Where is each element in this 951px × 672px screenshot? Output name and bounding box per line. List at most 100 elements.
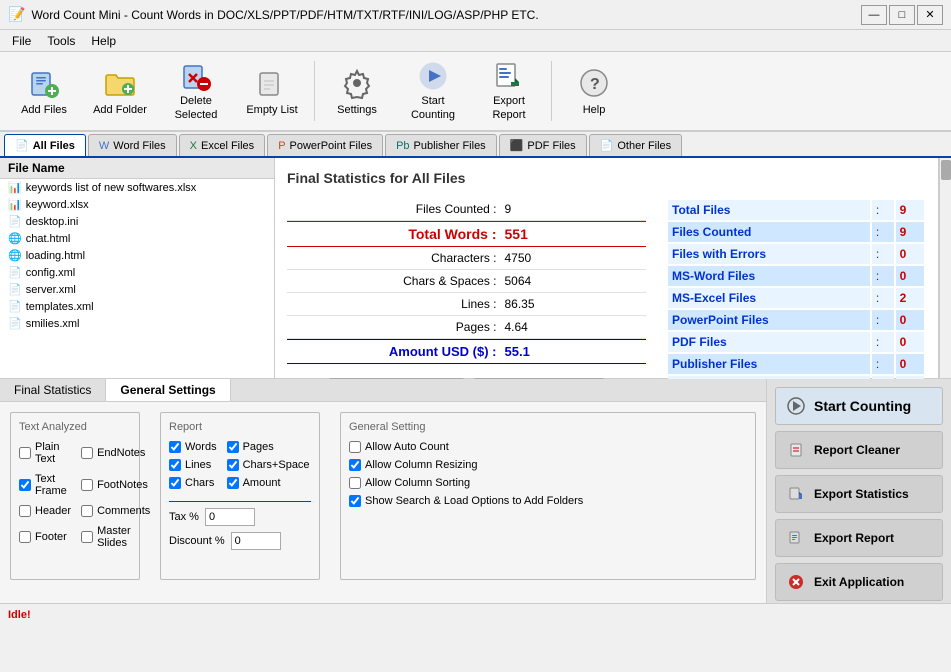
delete-selected-label: Delete Selected — [165, 95, 227, 121]
tab-powerpoint-files[interactable]: P PowerPoint Files — [267, 134, 383, 156]
menu-tools[interactable]: Tools — [39, 32, 83, 50]
tab-all-files[interactable]: 📄 All Files — [4, 134, 86, 156]
start-counting-button[interactable]: Start Counting — [397, 56, 469, 126]
chars-checkbox[interactable] — [169, 477, 181, 489]
comments-check[interactable]: Comments — [81, 505, 150, 517]
start-counting-side-label: Start Counting — [814, 398, 911, 414]
amount-checkbox[interactable] — [227, 477, 239, 489]
export-statistics-side-label: Export Statistics — [814, 487, 909, 501]
footer-checkbox[interactable] — [19, 531, 31, 543]
endnotes-checkbox[interactable] — [81, 447, 93, 459]
header-checkbox[interactable] — [19, 505, 31, 517]
tab-other-files[interactable]: 📄 Other Files — [589, 134, 683, 156]
excel-icon: 📊 — [8, 198, 22, 211]
list-item[interactable]: 📄 server.xml — [0, 281, 274, 298]
menu-file[interactable]: File — [4, 32, 39, 50]
words-checkbox[interactable] — [169, 441, 181, 453]
list-item[interactable]: 🌐 chat.html — [0, 230, 274, 247]
stats-value: 5064 — [497, 274, 577, 288]
discount-input[interactable] — [231, 532, 281, 550]
list-item[interactable]: 📄 desktop.ini — [0, 213, 274, 230]
chars-space-label: Chars+Space — [243, 459, 310, 471]
stats-colon: : — [872, 266, 894, 286]
pages-check[interactable]: Pages — [227, 441, 310, 453]
lines-check[interactable]: Lines — [169, 459, 217, 471]
title-bar-text: Word Count Mini - Count Words in DOC/XLS… — [31, 8, 861, 22]
tab-publisher-files[interactable]: Pb Publisher Files — [385, 134, 497, 156]
header-check[interactable]: Header — [19, 505, 71, 517]
export-statistics-side-button[interactable]: Export Statistics — [775, 475, 943, 513]
tax-input[interactable] — [205, 508, 255, 526]
tab-final-statistics[interactable]: Final Statistics — [0, 379, 106, 401]
add-files-button[interactable]: Add Files — [8, 56, 80, 126]
list-item[interactable]: 📊 keywords list of new softwares.xlsx — [0, 179, 274, 196]
master-slides-checkbox[interactable] — [81, 531, 93, 543]
maximize-button[interactable]: □ — [889, 5, 915, 25]
footnotes-check[interactable]: FootNotes — [81, 473, 150, 497]
amount-check[interactable]: Amount — [227, 477, 310, 489]
export-report-side-button[interactable]: Export Report — [775, 519, 943, 557]
report-cleaner-icon — [786, 440, 806, 460]
report-col-1: Words Lines Chars — [169, 441, 217, 495]
plain-text-check[interactable]: Plain Text — [19, 441, 71, 465]
tab-publisher-files-label: Publisher Files — [414, 140, 486, 152]
report-cleaner-button[interactable]: Report Cleaner — [775, 431, 943, 469]
delete-selected-button[interactable]: Delete Selected — [160, 56, 232, 126]
text-frame-checkbox[interactable] — [19, 479, 31, 491]
tab-all-files-label: All Files — [33, 140, 75, 152]
show-search-check[interactable]: Show Search & Load Options to Add Folder… — [349, 495, 747, 507]
endnotes-check[interactable]: EndNotes — [81, 441, 150, 465]
export-report-toolbar-button[interactable]: Export Report — [473, 56, 545, 126]
tab-general-settings[interactable]: General Settings — [106, 379, 230, 401]
auto-count-checkbox[interactable] — [349, 441, 361, 453]
chars-space-checkbox[interactable] — [227, 459, 239, 471]
help-button[interactable]: ? Help — [558, 56, 630, 126]
comments-checkbox[interactable] — [81, 505, 93, 517]
tab-powerpoint-files-label: PowerPoint Files — [290, 140, 373, 152]
file-list-header: File Name — [0, 158, 274, 179]
footnotes-checkbox[interactable] — [81, 479, 93, 491]
add-folder-button[interactable]: Add Folder — [84, 56, 156, 126]
list-item[interactable]: 📄 config.xml — [0, 264, 274, 281]
scrollbar[interactable] — [939, 158, 951, 378]
table-row: Files with Errors:0 — [668, 244, 924, 264]
list-item[interactable]: 📄 templates.xml — [0, 298, 274, 315]
settings-label: Settings — [337, 104, 377, 117]
list-item[interactable]: 📄 smilies.xml — [0, 315, 274, 332]
lines-checkbox[interactable] — [169, 459, 181, 471]
export-report-side-icon — [786, 528, 806, 548]
show-search-checkbox[interactable] — [349, 495, 361, 507]
tab-pdf-files[interactable]: ⬛ PDF Files — [499, 134, 587, 156]
words-check[interactable]: Words — [169, 441, 217, 453]
minimize-button[interactable]: — — [861, 5, 887, 25]
tab-powerpoint-files-icon: P — [278, 140, 285, 152]
auto-count-check[interactable]: Allow Auto Count — [349, 441, 747, 453]
empty-list-button[interactable]: Empty List — [236, 56, 308, 126]
xml-icon: 📄 — [8, 317, 22, 330]
chars-check[interactable]: Chars — [169, 477, 217, 489]
discount-row: Discount % — [169, 532, 311, 550]
column-sorting-check[interactable]: Allow Column Sorting — [349, 477, 747, 489]
plain-text-checkbox[interactable] — [19, 447, 31, 459]
close-button[interactable]: ✕ — [917, 5, 943, 25]
settings-button[interactable]: Settings — [321, 56, 393, 126]
column-resizing-checkbox[interactable] — [349, 459, 361, 471]
pages-checkbox[interactable] — [227, 441, 239, 453]
footer-check[interactable]: Footer — [19, 525, 71, 549]
text-frame-check[interactable]: Text Frame — [19, 473, 71, 497]
column-sorting-checkbox[interactable] — [349, 477, 361, 489]
file-name: keywords list of new softwares.xlsx — [26, 182, 197, 194]
list-item[interactable]: 🌐 loading.html — [0, 247, 274, 264]
stats-value: 9 — [497, 202, 577, 216]
menu-help[interactable]: Help — [83, 32, 124, 50]
tab-word-files[interactable]: W Word Files — [88, 134, 177, 156]
chars-space-check[interactable]: Chars+Space — [227, 459, 310, 471]
exit-application-button[interactable]: Exit Application — [775, 563, 943, 601]
stats-num: 0 — [896, 244, 924, 264]
tab-excel-files[interactable]: X Excel Files — [179, 134, 266, 156]
start-counting-side-button[interactable]: Start Counting — [775, 387, 943, 425]
tax-row: Tax % — [169, 508, 311, 526]
master-slides-check[interactable]: Master Slides — [81, 525, 150, 549]
column-resizing-check[interactable]: Allow Column Resizing — [349, 459, 747, 471]
list-item[interactable]: 📊 keyword.xlsx — [0, 196, 274, 213]
